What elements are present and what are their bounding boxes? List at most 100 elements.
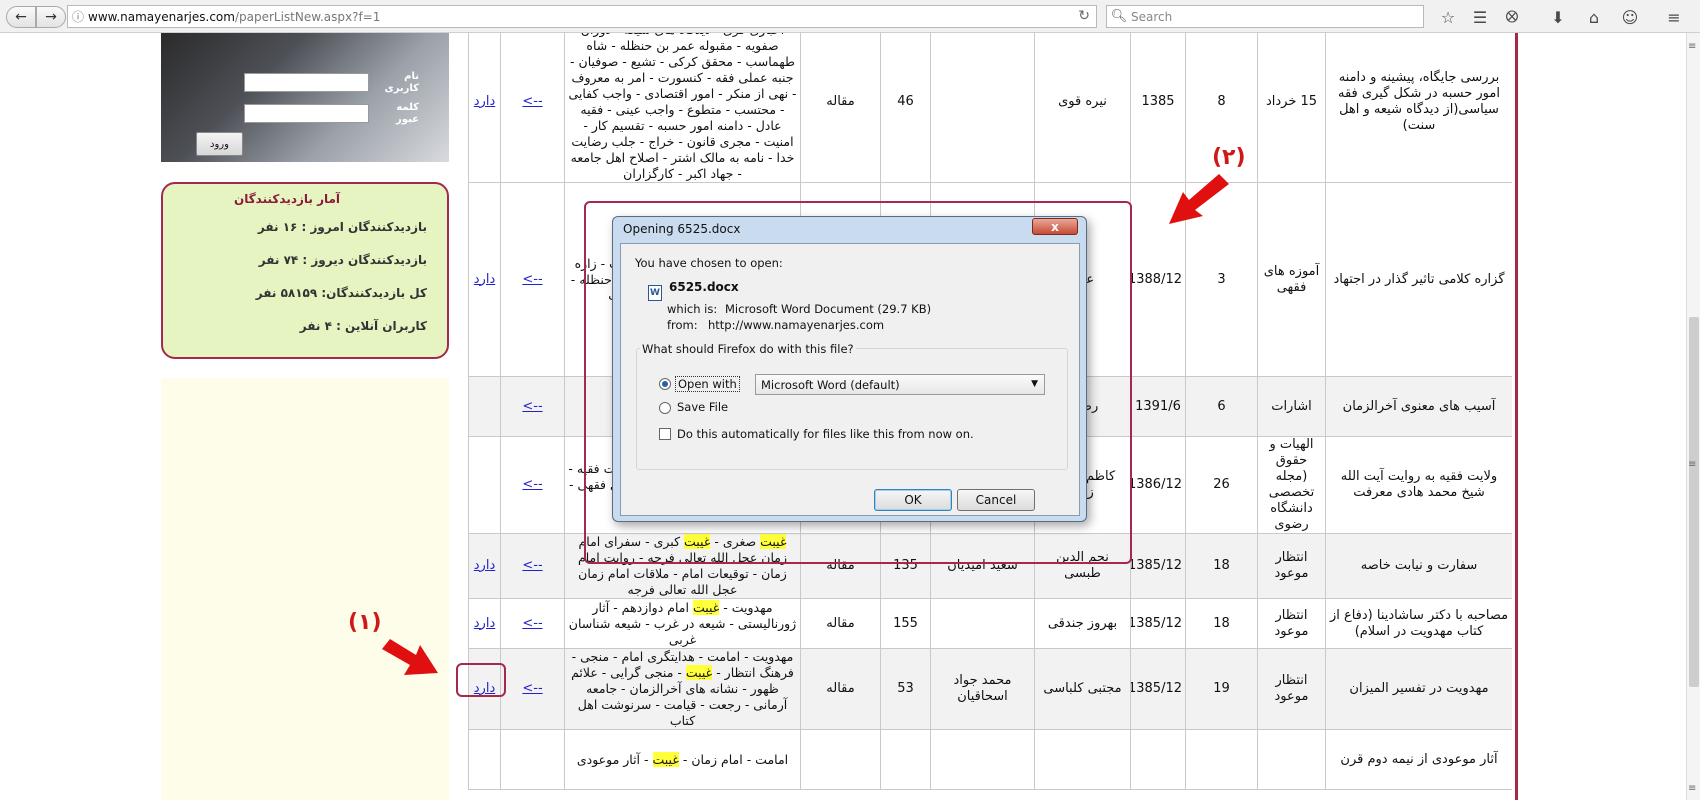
- open-with-radio[interactable]: [659, 378, 671, 390]
- details-link[interactable]: <--: [522, 399, 542, 415]
- ok-button[interactable]: OK: [874, 489, 952, 511]
- download-link-highlight-box: [456, 663, 506, 697]
- scroll-up-icon[interactable]: ≡: [1688, 41, 1696, 52]
- cell-issue: 6: [1185, 376, 1258, 437]
- chosen-text: You have chosen to open:: [635, 256, 783, 270]
- bookmark-star-icon[interactable]: ☆: [1436, 6, 1460, 28]
- file-open-dialog: Opening 6525.docx x You have chosen to o…: [612, 216, 1087, 522]
- cell-author2: [930, 598, 1035, 649]
- stats-title: آمار بازدیدکنندگان: [233, 192, 341, 206]
- cell-author1: بهروز جندقی: [1034, 598, 1131, 649]
- download-link[interactable]: دارد: [474, 272, 495, 288]
- cell-file: [468, 436, 501, 534]
- details-link[interactable]: <--: [522, 616, 542, 632]
- cell-file: دارد: [468, 533, 501, 599]
- page-scrollbar[interactable]: ≡ ≡ ≡: [1686, 33, 1700, 800]
- scroll-grip-icon: ≡: [1688, 459, 1697, 470]
- search-term-highlight: غیبت: [685, 665, 713, 680]
- file-name: 6525.docx: [669, 280, 739, 294]
- content-border-line: [1515, 33, 1518, 800]
- cell-title: مصاحبه با دکتر ساشادینا (دفاع از کتاب مه…: [1325, 598, 1512, 649]
- details-link[interactable]: <--: [522, 681, 542, 697]
- stats-online: کاربران آنلاین : ۴ نفر: [299, 319, 427, 333]
- word-document-icon: W: [648, 285, 662, 301]
- save-file-label[interactable]: Save File: [677, 400, 728, 414]
- forward-button[interactable]: →: [36, 6, 66, 28]
- details-link[interactable]: <--: [522, 558, 542, 574]
- cell-file: دارد: [468, 33, 501, 183]
- download-link[interactable]: دارد: [474, 616, 495, 632]
- download-icon[interactable]: ⬇: [1546, 6, 1570, 28]
- details-link[interactable]: <--: [522, 477, 542, 493]
- annotation-two: (۲): [1212, 145, 1246, 170]
- cell-title: مهدویت در تفسیر المیزان: [1325, 648, 1512, 730]
- cell-file: [468, 376, 501, 437]
- cell-author1: مجتبی کلباسی: [1034, 648, 1131, 730]
- menu-icon[interactable]: ≡: [1662, 6, 1686, 28]
- dialog-body: You have chosen to open: W 6525.docx whi…: [620, 243, 1080, 516]
- details-link[interactable]: <--: [522, 272, 542, 288]
- cell-arrow: <--: [500, 436, 565, 534]
- home-icon[interactable]: ⌂: [1582, 6, 1606, 28]
- address-bar[interactable]: ⓘ www.namayenarjes.com/paperListNew.aspx…: [67, 5, 1097, 28]
- cell-keywords: مهدویت - امامت - هدایتگری امام - منجی - …: [564, 648, 801, 730]
- cell-keywords: اخباری گری - دیدگاه های شیعه - دوران صفو…: [564, 33, 801, 183]
- annotation-one: (۱): [348, 610, 382, 635]
- cell-type: [800, 729, 881, 790]
- annotation-arrow-two-icon: [1169, 174, 1229, 224]
- back-button[interactable]: ←: [6, 6, 36, 28]
- login-button[interactable]: ورود: [196, 132, 243, 156]
- url-path: /paperListNew.aspx?f=1: [234, 9, 381, 24]
- cell-arrow: [500, 729, 565, 790]
- search-input[interactable]: 🔍︎ Search: [1106, 5, 1424, 28]
- password-field[interactable]: [244, 104, 369, 123]
- details-link[interactable]: <--: [522, 94, 542, 110]
- cell-issue: 18: [1185, 598, 1258, 649]
- dialog-title: Opening 6525.docx: [623, 222, 741, 236]
- cell-date: 1391/6: [1130, 376, 1186, 437]
- username-label: نام کاربری: [384, 71, 419, 94]
- cell-issue: 19: [1185, 648, 1258, 730]
- site-info-icon[interactable]: ⓘ: [68, 8, 88, 25]
- auto-label[interactable]: Do this automatically for files like thi…: [677, 427, 974, 441]
- action-question: What should Firefox do with this file?: [640, 342, 856, 356]
- download-link[interactable]: دارد: [474, 558, 495, 574]
- cell-issue: [1185, 729, 1258, 790]
- cell-journal: الهیات و حقوق (مجله تخصصی دانشگاه رضوی: [1257, 436, 1326, 534]
- cell-pages: 53: [880, 648, 931, 730]
- search-icon: 🔍︎: [1110, 9, 1128, 24]
- cell-arrow: <--: [500, 376, 565, 437]
- annotation-arrow-one-icon: [382, 639, 438, 675]
- save-file-radio[interactable]: [659, 402, 671, 414]
- open-with-select[interactable]: Microsoft Word (default) ▼: [755, 374, 1045, 395]
- forward-arrow-icon: →: [45, 9, 57, 25]
- table-row: دارد <-- اخباری گری - دیدگاه های شیعه - دو…: [468, 33, 1512, 183]
- reload-icon[interactable]: ↻: [1078, 8, 1090, 24]
- cell-type: مقاله: [800, 648, 881, 730]
- table-row: دارد <-- مهدویت - امامت - هدایتگری امام - …: [468, 648, 1512, 730]
- dialog-close-button[interactable]: x: [1032, 218, 1078, 235]
- cell-pages: [880, 729, 931, 790]
- open-with-label[interactable]: Open with: [675, 376, 740, 392]
- reading-list-icon[interactable]: ☰: [1468, 6, 1492, 28]
- cell-keywords: امامت - امام زمان - غیبت - آثار موعودی: [564, 729, 801, 790]
- chat-icon[interactable]: ☺: [1618, 6, 1642, 28]
- cell-arrow: <--: [500, 648, 565, 730]
- scrollbar-thumb[interactable]: [1689, 317, 1699, 687]
- url-domain: www.namayenarjes.com: [88, 9, 235, 24]
- username-field[interactable]: [244, 73, 369, 92]
- stats-yesterday: بازدیدکنندگان دیروز : ۷۴ نفر: [258, 253, 427, 267]
- cell-journal: اشارات: [1257, 376, 1326, 437]
- cell-journal: [1257, 729, 1326, 790]
- cell-author1: نیره قوی: [1034, 33, 1131, 183]
- cancel-button[interactable]: Cancel: [957, 489, 1035, 511]
- chevron-down-icon: ▼: [1031, 379, 1038, 389]
- cell-journal: 15 خرداد: [1257, 33, 1326, 183]
- cell-pages: 155: [880, 598, 931, 649]
- scroll-down-icon[interactable]: ≡: [1688, 783, 1696, 794]
- browser-toolbar: ← → ⓘ www.namayenarjes.com/paperListNew.…: [0, 0, 1700, 33]
- auto-checkbox[interactable]: [659, 428, 671, 440]
- pocket-icon[interactable]: ⭙: [1500, 6, 1524, 28]
- download-link[interactable]: دارد: [474, 94, 495, 110]
- cell-issue: 18: [1185, 533, 1258, 599]
